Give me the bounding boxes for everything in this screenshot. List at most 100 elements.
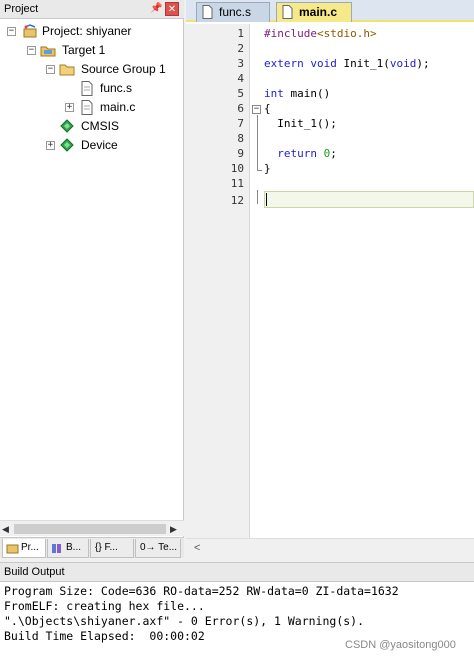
scroll-left-icon[interactable]: < xyxy=(194,542,200,554)
code-line-1: #include<stdio.h> xyxy=(264,26,377,41)
fold-guide xyxy=(257,115,258,170)
line-number: 9 xyxy=(237,147,244,160)
project-panel-title: Project xyxy=(4,3,39,15)
keyword-token: int xyxy=(264,87,284,100)
scroll-left-icon[interactable]: ◀ xyxy=(2,524,12,534)
code-line-5: int main() xyxy=(264,86,330,101)
line-number: 10 xyxy=(230,162,244,175)
project-icon xyxy=(23,24,37,38)
include-token: <stdio.h> xyxy=(316,27,377,40)
line-number: 6 xyxy=(237,102,244,115)
expand-icon[interactable]: + xyxy=(46,141,55,150)
tab-functions[interactable]: {} F... xyxy=(90,539,134,558)
pin-icon[interactable]: 📌 xyxy=(150,3,162,15)
tree-item-label: func.s xyxy=(100,81,133,95)
project-horizontal-scrollbar[interactable]: ◀ ▶ xyxy=(0,520,184,536)
tree-item-label: Source Group 1 xyxy=(81,62,166,76)
editor-tabbar: func.s main.c xyxy=(186,0,474,22)
build-output-panel: Build Output Program Size: Code=636 RO-d… xyxy=(0,562,474,659)
editor-horizontal-scrollbar[interactable]: < xyxy=(186,538,474,558)
file-icon xyxy=(81,81,93,96)
line-number: 5 xyxy=(237,87,244,100)
punctuation-token: ); xyxy=(416,57,430,70)
tree-item-label: main.c xyxy=(100,100,136,114)
output-line: Program Size: Code=636 RO-data=252 RW-da… xyxy=(4,584,399,598)
punctuation-token: ; xyxy=(330,147,337,160)
tree-item-label: Target 1 xyxy=(62,43,106,57)
close-icon[interactable]: ✕ xyxy=(165,2,179,16)
tab-label: 0→ Te... xyxy=(140,542,178,553)
tree-item-source-group[interactable]: − Source Group 1 xyxy=(0,60,184,79)
tab-label: main.c xyxy=(299,5,338,19)
file-icon xyxy=(81,100,93,115)
output-line: FromELF: creating hex file... xyxy=(4,599,205,613)
fold-guide xyxy=(257,190,258,204)
expand-icon[interactable]: + xyxy=(65,103,74,112)
number-token: 0 xyxy=(316,147,331,160)
preprocessor-token: #include xyxy=(264,27,317,40)
file-icon xyxy=(202,5,213,19)
tab-project[interactable]: Pr... xyxy=(2,539,46,558)
build-output-title: Build Output xyxy=(4,566,65,578)
tab-func-s[interactable]: func.s xyxy=(196,2,270,22)
tab-label: func.s xyxy=(219,5,252,19)
project-panel-header: Project 📌 ✕ xyxy=(0,0,184,19)
line-number: 7 xyxy=(237,117,244,130)
keyword-token: return xyxy=(264,147,317,160)
project-tab-icon xyxy=(6,544,19,554)
tree-item-label: Device xyxy=(81,138,118,152)
tree-item-label: Project: shiyaner xyxy=(42,24,132,38)
tab-main-c[interactable]: main.c xyxy=(276,2,352,22)
watermark: CSDN @yaositong000 xyxy=(345,639,456,651)
output-line: Build Time Elapsed: 00:00:02 xyxy=(4,629,205,643)
line-number: 3 xyxy=(237,57,244,70)
tree-item-cmsis[interactable]: CMSIS xyxy=(0,117,184,136)
line-number: 11 xyxy=(230,177,244,190)
line-number: 1 xyxy=(237,27,244,40)
tab-templates[interactable]: 0→ Te... xyxy=(135,539,181,558)
collapse-icon[interactable]: − xyxy=(27,46,36,55)
build-output-header: Build Output xyxy=(0,563,474,582)
line-number: 12 xyxy=(230,194,244,207)
tab-label: B... xyxy=(66,542,82,553)
line-number: 2 xyxy=(237,42,244,55)
scrollbar-thumb[interactable] xyxy=(14,524,166,534)
tab-label: {} F... xyxy=(95,542,118,553)
gem-icon xyxy=(60,119,74,133)
code-line-3: extern void Init_1(void); xyxy=(264,56,430,71)
editor-area: func.s main.c 1 2 3 4 5 6 7 8 9 10 11 12… xyxy=(186,0,474,558)
code-line-7: Init_1(); xyxy=(264,117,337,130)
tree-item-target[interactable]: − Target 1 xyxy=(0,41,184,60)
tree-item-label: CMSIS xyxy=(81,119,120,133)
project-panel-tabs: Pr... B... {} F... 0→ Te... xyxy=(0,537,184,558)
tab-books[interactable]: B... xyxy=(47,539,89,558)
collapse-icon[interactable]: − xyxy=(46,65,55,74)
line-number: 4 xyxy=(237,72,244,85)
books-tab-icon xyxy=(52,544,61,553)
collapse-icon[interactable]: − xyxy=(7,27,16,36)
keyword-token: void xyxy=(389,57,417,70)
line-number: 8 xyxy=(237,132,244,145)
tab-label: Pr... xyxy=(21,542,39,553)
project-panel: Project 📌 ✕ − Project: shiyaner − Target… xyxy=(0,0,184,558)
tree-item-main-c[interactable]: + main.c xyxy=(0,98,184,117)
tree-item-project[interactable]: − Project: shiyaner xyxy=(0,22,184,41)
fold-guide-end xyxy=(257,170,262,171)
fold-collapse-icon[interactable]: − xyxy=(252,105,261,114)
folder-icon xyxy=(59,64,75,76)
identifier-token: Init_1( xyxy=(336,57,390,70)
tree-item-func-s[interactable]: func.s xyxy=(0,79,184,98)
project-tree: − Project: shiyaner − Target 1 − Source … xyxy=(0,20,184,520)
keyword-token: extern xyxy=(264,57,304,70)
scroll-right-icon[interactable]: ▶ xyxy=(170,524,180,534)
keyword-token: void xyxy=(310,57,337,70)
line-number-gutter: 1 2 3 4 5 6 7 8 9 10 11 12 xyxy=(186,24,250,538)
identifier-token: main() xyxy=(283,87,331,100)
target-icon xyxy=(40,46,56,57)
code-line-10: } xyxy=(264,162,271,175)
code-line-9: return 0; xyxy=(264,146,337,161)
code-line-6: { xyxy=(264,102,271,115)
tree-item-device[interactable]: + Device xyxy=(0,136,184,155)
file-icon xyxy=(282,5,293,19)
code-editor[interactable]: #include<stdio.h> extern void Init_1(voi… xyxy=(264,24,474,538)
